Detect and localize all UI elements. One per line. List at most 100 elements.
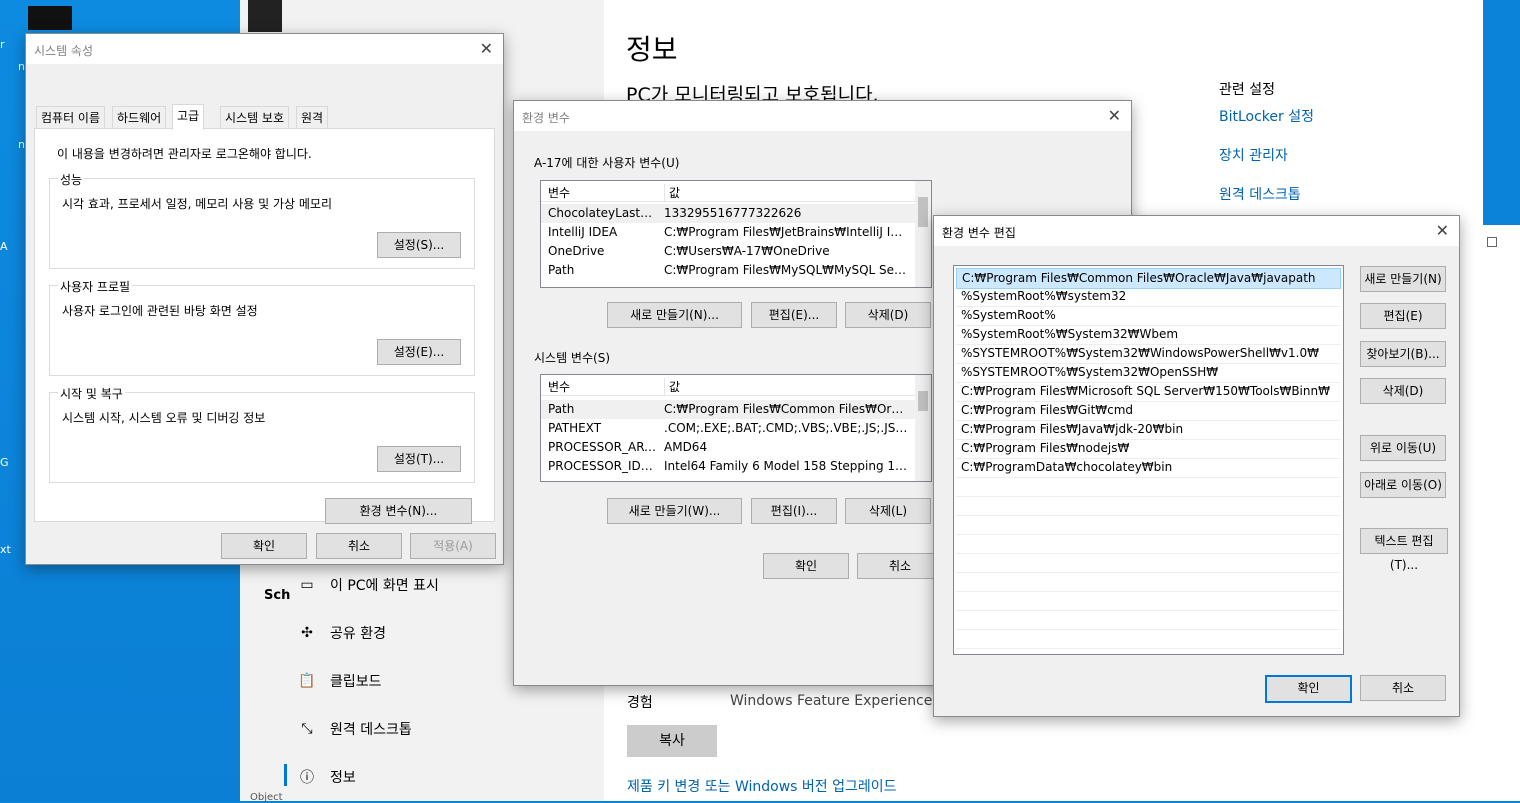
empty-list-item[interactable] xyxy=(956,610,1341,630)
table-row[interactable]: ChocolateyLastPat... 133295516777322626 xyxy=(541,204,915,223)
scrollbar-thumb[interactable] xyxy=(918,197,928,227)
list-item[interactable]: %SYSTEMROOT%₩System32₩WindowsPowerShell₩… xyxy=(956,344,1341,364)
system-edit-button[interactable]: 편집(I)... xyxy=(751,498,837,524)
ok-button[interactable]: 확인 xyxy=(1265,675,1352,703)
empty-list-item[interactable] xyxy=(956,515,1341,535)
tab-system-protection[interactable]: 시스템 보호 xyxy=(220,106,290,129)
table-row[interactable]: OneDrive C:₩Users₩A-17₩OneDrive xyxy=(541,242,915,261)
list-item[interactable]: C:₩ProgramData₩chocolatey₩bin xyxy=(956,458,1341,478)
system-delete-button[interactable]: 삭제(L) xyxy=(845,498,931,524)
system-variables-list[interactable]: 변수 값 Path C:₩Program Files₩Common Files₩Or… xyxy=(540,374,932,482)
dialog-title: 시스템 속성 xyxy=(34,44,94,58)
copy-button[interactable]: 복사 xyxy=(627,725,717,757)
table-row[interactable]: PROCESSOR_ARC... AMD64 xyxy=(541,438,915,457)
table-row[interactable]: IntelliJ IDEA C:₩Program Files₩JetBrains₩… xyxy=(541,223,915,242)
user-edit-button[interactable]: 편집(E)... xyxy=(751,302,837,328)
list-item[interactable]: %SystemRoot%₩System32₩Wbem xyxy=(956,325,1341,345)
nav-item-shared[interactable]: ✣ 공유 환경 xyxy=(298,623,386,643)
list-item[interactable]: C:₩Program Files₩Common Files₩Oracle₩Jav… xyxy=(956,268,1341,289)
bitlocker-link[interactable]: BitLocker 설정 xyxy=(1219,106,1314,126)
nav-item-project[interactable]: ▭ 이 PC에 화면 표시 xyxy=(298,575,438,595)
dialog-titlebar[interactable]: 시스템 속성 ✕ xyxy=(26,34,503,64)
performance-settings-button[interactable]: 설정(S)... xyxy=(377,232,461,258)
close-icon[interactable]: ✕ xyxy=(1108,106,1121,125)
empty-list-item[interactable] xyxy=(956,477,1341,497)
desktop-label: n xyxy=(18,138,25,151)
scrollbar[interactable] xyxy=(915,181,931,287)
column-header[interactable]: 값 xyxy=(664,378,909,395)
nav-label: 공유 환경 xyxy=(330,626,386,642)
system-new-button[interactable]: 새로 만들기(W)... xyxy=(607,498,742,524)
empty-list-item[interactable] xyxy=(956,534,1341,554)
list-item[interactable]: C:₩Program Files₩Git₩cmd xyxy=(956,401,1341,421)
edit-button[interactable]: 편집(E) xyxy=(1360,303,1446,329)
list-item[interactable]: C:₩Program Files₩nodejs₩ xyxy=(956,439,1341,459)
user-new-button[interactable]: 새로 만들기(N)... xyxy=(607,302,742,328)
upgrade-link[interactable]: 제품 키 변경 또는 Windows 버전 업그레이드 xyxy=(627,776,897,796)
startup-settings-button[interactable]: 설정(T)... xyxy=(377,446,461,472)
nav-label: 원격 데스크톱 xyxy=(330,722,412,738)
device-manager-link[interactable]: 장치 관리자 xyxy=(1219,145,1288,165)
profile-settings-button[interactable]: 설정(E)... xyxy=(377,339,461,365)
environment-variables-button[interactable]: 환경 변수(N)... xyxy=(325,498,472,524)
desktop-label: r xyxy=(0,38,5,51)
ok-button[interactable]: 확인 xyxy=(221,533,307,559)
cancel-button[interactable]: 취소 xyxy=(1360,675,1446,701)
scrollbar-thumb[interactable] xyxy=(918,391,928,411)
tab-computer-name[interactable]: 컴퓨터 이름 xyxy=(36,106,106,129)
var-name: Path xyxy=(548,402,575,416)
edit-text-button[interactable]: 텍스트 편집(T)... xyxy=(1360,528,1448,572)
experience-value: Windows Feature Experience Pa xyxy=(730,693,954,709)
empty-list-item[interactable] xyxy=(956,553,1341,573)
move-up-button[interactable]: 위로 이동(U) xyxy=(1360,435,1446,461)
list-header: 변수 값 xyxy=(541,181,915,202)
empty-list-item[interactable] xyxy=(956,591,1341,611)
startup-recovery-group: 시작 및 복구 시스템 시작, 시스템 오류 및 디버깅 정보 설정(T)... xyxy=(49,385,475,483)
nav-item-remote-desktop[interactable]: ⤡ 원격 데스크톱 xyxy=(298,719,412,739)
empty-list-item[interactable] xyxy=(956,572,1341,592)
table-row[interactable]: Path C:₩Program Files₩MySQL₩MySQL Server … xyxy=(541,261,915,280)
dialog-titlebar[interactable]: 환경 변수 ✕ xyxy=(514,101,1131,131)
var-value: .COM;.EXE;.BAT;.CMD;.VBS;.VBE;.JS;.JSE;.… xyxy=(664,421,909,435)
remote-desktop-link[interactable]: 원격 데스크톱 xyxy=(1219,184,1301,204)
column-header[interactable]: 값 xyxy=(664,184,909,201)
user-delete-button[interactable]: 삭제(D) xyxy=(845,302,931,328)
delete-button[interactable]: 삭제(D) xyxy=(1360,378,1446,404)
tab-hardware[interactable]: 하드웨어 xyxy=(112,106,167,129)
desktop-edge xyxy=(1483,0,1520,225)
scrollbar[interactable] xyxy=(915,375,931,481)
system-properties-dialog: 시스템 속성 ✕ 컴퓨터 이름 하드웨어 고급 시스템 보호 원격 이 내용을 변… xyxy=(25,33,504,565)
list-item[interactable]: %SYSTEMROOT%₩System32₩OpenSSH₩ xyxy=(956,363,1341,383)
cancel-button[interactable]: 취소 xyxy=(857,553,943,579)
column-header[interactable]: 변수 xyxy=(548,378,656,395)
move-down-button[interactable]: 아래로 이동(O) xyxy=(1360,472,1446,498)
desktop-icon-thumbnail[interactable] xyxy=(28,6,72,30)
list-item[interactable]: C:₩Program Files₩Java₩jdk-20₩bin xyxy=(956,420,1341,440)
browse-button[interactable]: 찾아보기(B)... xyxy=(1360,341,1446,367)
cancel-button[interactable]: 취소 xyxy=(316,533,402,559)
user-variables-list[interactable]: 변수 값 ChocolateyLastPat... 1332955167773226… xyxy=(540,180,932,288)
empty-list-item[interactable] xyxy=(956,496,1341,516)
close-icon[interactable]: ✕ xyxy=(480,39,493,58)
empty-list-item[interactable] xyxy=(956,629,1341,649)
new-button[interactable]: 새로 만들기(N) xyxy=(1360,266,1446,292)
table-row[interactable]: PATHEXT .COM;.EXE;.BAT;.CMD;.VBS;.VBE;.JS… xyxy=(541,419,915,438)
list-item[interactable]: %SystemRoot% xyxy=(956,306,1341,326)
list-item[interactable]: %SystemRoot%₩system32 xyxy=(956,287,1341,307)
dialog-titlebar[interactable]: 환경 변수 편집 ✕ xyxy=(934,216,1459,246)
taskbar-thumbnail xyxy=(248,0,282,32)
table-row[interactable]: Path C:₩Program Files₩Common Files₩Oracle… xyxy=(541,400,915,419)
path-list[interactable]: C:₩Program Files₩Common Files₩Oracle₩Jav… xyxy=(953,265,1344,655)
checkbox-icon[interactable] xyxy=(1487,237,1497,247)
nav-item-clipboard[interactable]: 📋 클립보드 xyxy=(298,671,381,691)
tab-advanced[interactable]: 고급 xyxy=(172,104,205,130)
close-icon[interactable]: ✕ xyxy=(1436,221,1449,240)
tab-remote[interactable]: 원격 xyxy=(296,106,329,129)
ok-button[interactable]: 확인 xyxy=(763,553,849,579)
nav-item-about[interactable]: ⓘ 정보 xyxy=(298,767,356,787)
column-header[interactable]: 변수 xyxy=(548,184,656,201)
table-row[interactable]: PROCESSOR_IDEN... Intel64 Family 6 Model … xyxy=(541,457,915,476)
list-item[interactable]: C:₩Program Files₩Microsoft SQL Server₩15… xyxy=(956,382,1341,402)
group-label: 성능 xyxy=(58,171,85,188)
clipboard-icon: 📋 xyxy=(298,673,316,689)
